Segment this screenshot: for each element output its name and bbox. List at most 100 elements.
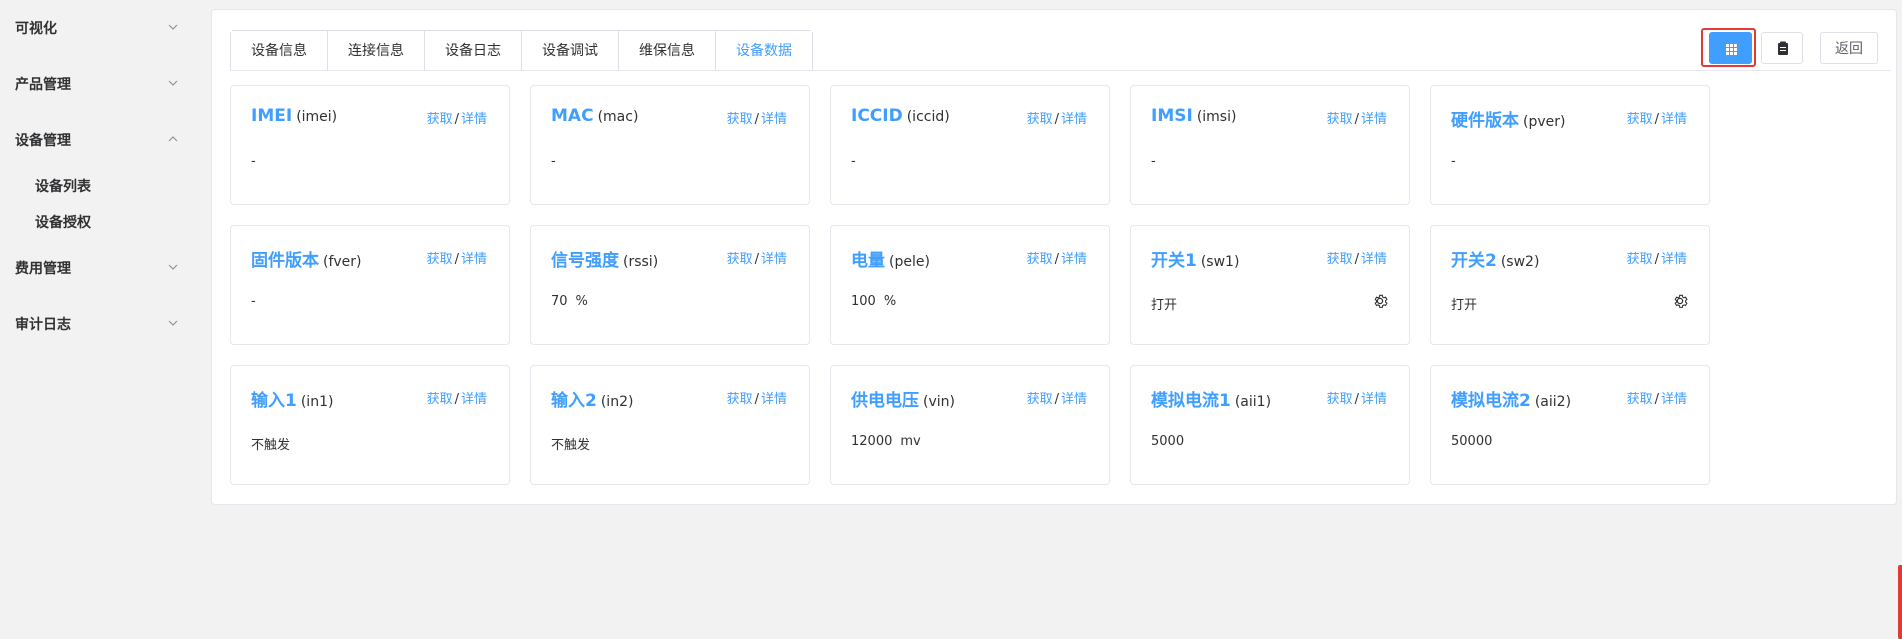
fetch-link[interactable]: 获取 — [1027, 252, 1053, 267]
sidebar-item-products[interactable]: 产品管理 — [0, 68, 201, 98]
detail-link[interactable]: 详情 — [761, 392, 787, 407]
detail-link[interactable]: 详情 — [461, 112, 487, 127]
detail-link[interactable]: 详情 — [761, 252, 787, 267]
card-title: IMSI (imsi) — [1151, 106, 1236, 126]
fetch-link[interactable]: 获取 — [1327, 252, 1353, 267]
card-value: 70% — [551, 294, 588, 309]
detail-link[interactable]: 详情 — [1361, 112, 1387, 127]
action-separator: / — [454, 112, 459, 127]
settings-gear-icon[interactable] — [1671, 292, 1689, 310]
fetch-link[interactable]: 获取 — [1627, 112, 1653, 127]
fetch-link[interactable]: 获取 — [1327, 112, 1353, 127]
card-name: 固件版本 — [251, 251, 319, 271]
tab-maintenance-info[interactable]: 维保信息 — [619, 31, 716, 71]
detail-link[interactable]: 详情 — [1661, 112, 1687, 127]
sidebar-item-devices[interactable]: 设备管理 — [0, 124, 201, 154]
data-card: 信号强度 (rssi) 获取 / 详情 70% — [530, 225, 810, 345]
fetch-link[interactable]: 获取 — [1027, 112, 1053, 127]
detail-link[interactable]: 详情 — [461, 252, 487, 267]
card-value: - — [551, 154, 556, 169]
back-button[interactable]: 返回 — [1820, 32, 1878, 64]
sidebar-subitem-device-auth[interactable]: 设备授权 — [35, 212, 91, 232]
data-card: 开关1 (sw1) 获取 / 详情 打开 — [1130, 225, 1410, 345]
card-code: (fver) — [323, 254, 362, 270]
detail-link[interactable]: 详情 — [1061, 252, 1087, 267]
value-text: 12000 — [851, 434, 893, 449]
card-value: 100% — [851, 294, 896, 309]
card-name: 信号强度 — [551, 251, 619, 271]
detail-link[interactable]: 详情 — [761, 112, 787, 127]
detail-link[interactable]: 详情 — [461, 392, 487, 407]
fetch-link[interactable]: 获取 — [727, 112, 753, 127]
card-code: (in1) — [300, 394, 334, 410]
action-separator: / — [454, 252, 459, 267]
card-actions: 获取 / 详情 — [427, 248, 487, 267]
data-card: 模拟电流1 (aii1) 获取 / 详情 5000 — [1130, 365, 1410, 485]
detail-link[interactable]: 详情 — [1661, 252, 1687, 267]
card-code: (pele) — [889, 254, 930, 270]
value-text: 5000 — [1151, 434, 1185, 449]
action-separator: / — [1054, 252, 1059, 267]
fetch-link[interactable]: 获取 — [727, 392, 753, 407]
data-card: ICCID (iccid) 获取 / 详情 - — [830, 85, 1110, 205]
tab-device-log[interactable]: 设备日志 — [425, 31, 522, 71]
sidebar-subitem-device-list[interactable]: 设备列表 — [35, 176, 91, 196]
fetch-link[interactable]: 获取 — [1327, 392, 1353, 407]
sidebar-item-audit-log[interactable]: 审计日志 — [0, 308, 201, 338]
sidebar-item-visualization[interactable]: 可视化 — [0, 12, 201, 42]
fetch-link[interactable]: 获取 — [427, 392, 453, 407]
card-title: 固件版本 (fver) — [251, 246, 362, 271]
card-title: 模拟电流2 (aii2) — [1451, 386, 1571, 411]
sidebar-item-label: 产品管理 — [15, 77, 71, 93]
card-name: 硬件版本 — [1451, 111, 1519, 131]
data-card: 硬件版本 (pver) 获取 / 详情 - — [1430, 85, 1710, 205]
fetch-link[interactable]: 获取 — [427, 112, 453, 127]
fetch-link[interactable]: 获取 — [1627, 392, 1653, 407]
card-value: 不触发 — [551, 434, 590, 453]
card-actions: 获取 / 详情 — [1327, 108, 1387, 127]
fetch-link[interactable]: 获取 — [427, 252, 453, 267]
card-code: (mac) — [597, 109, 639, 125]
detail-link[interactable]: 详情 — [1661, 392, 1687, 407]
value-text: 打开 — [1151, 298, 1178, 313]
data-card: 开关2 (sw2) 获取 / 详情 打开 — [1430, 225, 1710, 345]
value-text: - — [851, 154, 856, 169]
detail-link[interactable]: 详情 — [1061, 112, 1087, 127]
card-value: - — [851, 154, 856, 169]
value-text: 70 — [551, 294, 568, 309]
tab-device-debug[interactable]: 设备调试 — [522, 31, 619, 71]
detail-link[interactable]: 详情 — [1361, 252, 1387, 267]
card-value: - — [1151, 154, 1156, 169]
value-unit: % — [883, 294, 897, 309]
detail-link[interactable]: 详情 — [1061, 392, 1087, 407]
tabs-divider — [230, 70, 1890, 71]
card-name: IMEI — [251, 106, 293, 126]
detail-link[interactable]: 详情 — [1361, 392, 1387, 407]
card-title: 供电电压 (vin) — [851, 386, 955, 411]
card-value: 50000 — [1451, 434, 1492, 449]
fetch-link[interactable]: 获取 — [1627, 252, 1653, 267]
card-actions: 获取 / 详情 — [1027, 108, 1087, 127]
data-card: 输入2 (in2) 获取 / 详情 不触发 — [530, 365, 810, 485]
tab-connection-info[interactable]: 连接信息 — [328, 31, 425, 71]
action-separator: / — [754, 252, 759, 267]
card-title: 输入2 (in2) — [551, 386, 633, 411]
grid-view-button[interactable] — [1709, 32, 1752, 64]
card-value: 不触发 — [251, 434, 290, 453]
card-title: MAC (mac) — [551, 106, 638, 126]
settings-gear-icon[interactable] — [1371, 292, 1389, 310]
card-value: 5000 — [1151, 434, 1184, 449]
tab-device-data[interactable]: 设备数据 — [716, 31, 812, 71]
sidebar: 可视化 产品管理 设备管理 设备列表 设备授权 费用管理 审计日志 — [0, 0, 201, 639]
tab-device-info[interactable]: 设备信息 — [231, 31, 328, 71]
card-actions: 获取 / 详情 — [727, 248, 787, 267]
fetch-link[interactable]: 获取 — [727, 252, 753, 267]
card-code: (pver) — [1523, 114, 1566, 130]
fetch-link[interactable]: 获取 — [1027, 392, 1053, 407]
card-code: (imsi) — [1196, 109, 1237, 125]
list-view-button[interactable] — [1761, 32, 1803, 64]
scrollbar-edge[interactable] — [1898, 565, 1902, 639]
card-actions: 获取 / 详情 — [427, 388, 487, 407]
sidebar-item-billing[interactable]: 费用管理 — [0, 252, 201, 282]
value-text: - — [1451, 154, 1456, 169]
